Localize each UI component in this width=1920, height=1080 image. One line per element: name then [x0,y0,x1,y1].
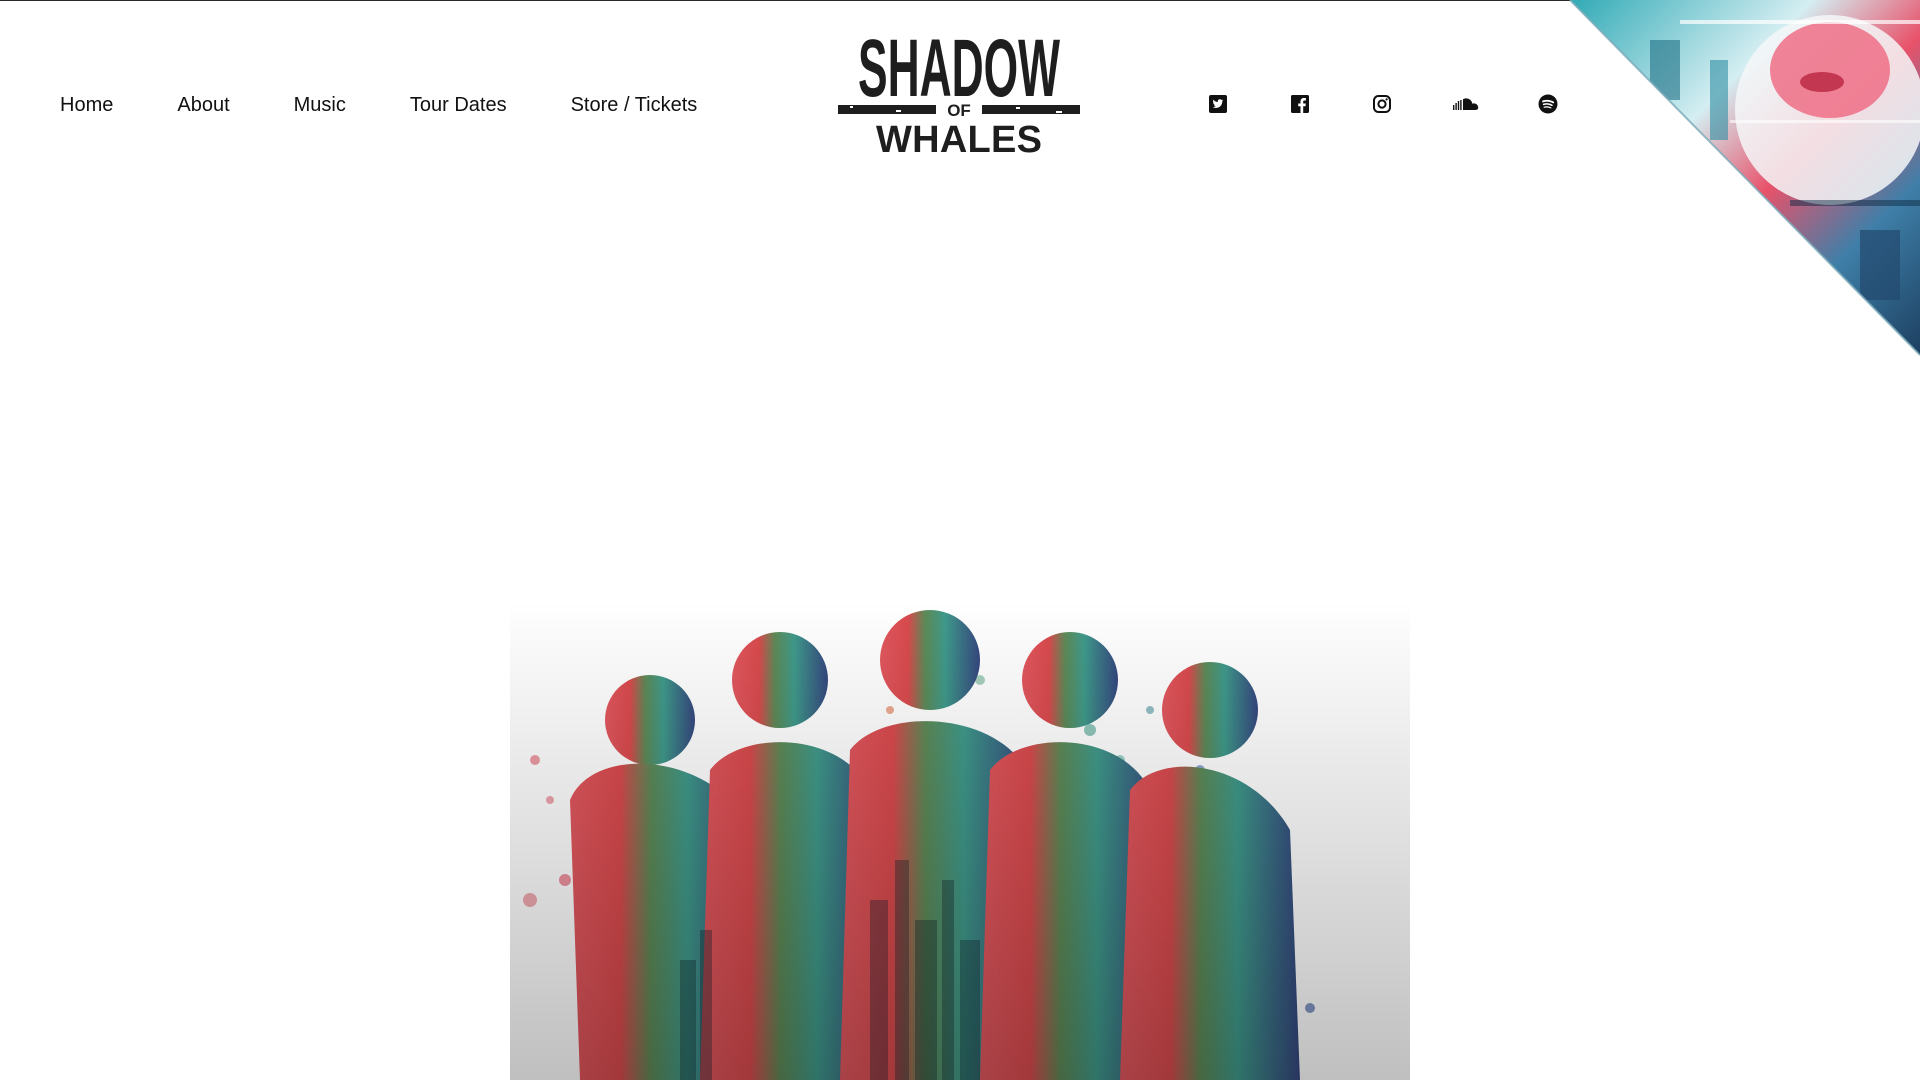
twitter-link[interactable] [1204,91,1232,117]
nav-music-link[interactable]: Music [294,94,346,117]
spotify-link[interactable] [1534,91,1562,117]
logo-word-whales: WHALES [876,119,1042,158]
facebook-link[interactable] [1286,91,1314,117]
logo-graphic: SHADOW OF WHALES [838,23,1080,161]
main-nav: Home About Music Tour Dates Store / Tick… [60,90,697,120]
nav-about-link[interactable]: About [177,94,229,117]
nav-tour-dates-link[interactable]: Tour Dates [410,94,507,117]
facebook-icon [1291,95,1309,113]
band-photo-artwork [510,600,1410,1080]
nav-home-link[interactable]: Home [60,94,113,117]
instagram-icon [1373,95,1391,113]
twitter-icon [1209,95,1227,113]
site-logo[interactable]: SHADOW OF WHALES [836,22,1082,161]
social-links [1204,91,1562,117]
logo-word-of: OF [947,101,971,120]
nav-store-tickets-link[interactable]: Store / Tickets [571,94,698,117]
soundcloud-link[interactable] [1450,91,1484,117]
corner-artwork-image [1569,0,1920,356]
top-border [0,0,1600,1]
spotify-icon [1538,94,1558,114]
instagram-link[interactable] [1368,91,1396,117]
soundcloud-icon [1453,98,1479,110]
page: Home About Music Tour Dates Store / Tick… [0,0,1920,1080]
